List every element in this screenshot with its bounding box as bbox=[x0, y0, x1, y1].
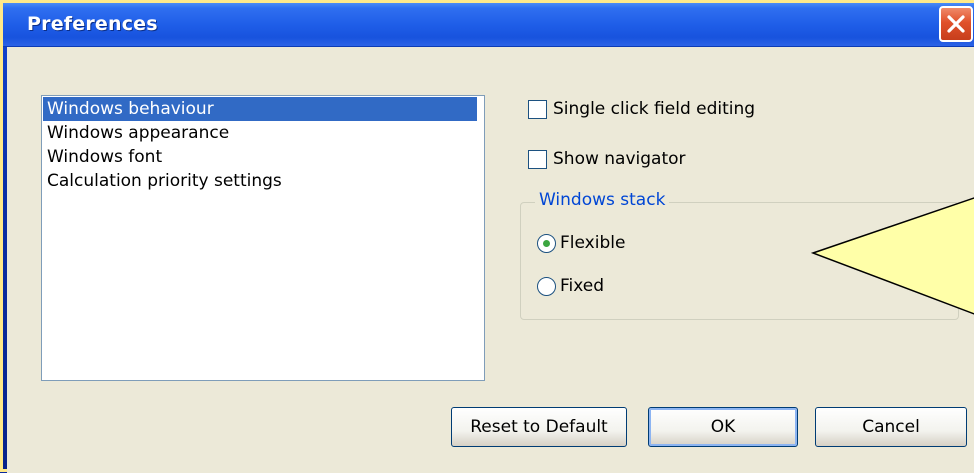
flexible-option[interactable]: Flexible bbox=[537, 233, 625, 253]
title-bar[interactable]: Preferences bbox=[3, 3, 974, 47]
category-item[interactable]: Windows appearance bbox=[43, 121, 229, 145]
flexible-label: Flexible bbox=[560, 233, 626, 253]
category-item[interactable]: Windows behaviour bbox=[43, 97, 477, 121]
show-navigator-checkbox[interactable] bbox=[528, 149, 547, 169]
flexible-radio[interactable] bbox=[537, 233, 556, 253]
category-item[interactable]: Calculation priority settings bbox=[43, 169, 282, 193]
single-click-checkbox[interactable] bbox=[528, 99, 547, 119]
ok-button[interactable]: OK bbox=[648, 407, 798, 447]
fixed-label: Fixed bbox=[560, 276, 605, 296]
category-list[interactable]: Windows behaviour Windows appearance Win… bbox=[41, 95, 485, 381]
callout-arrow bbox=[811, 197, 974, 315]
close-icon bbox=[947, 15, 965, 33]
single-click-option[interactable]: Single click field editing bbox=[528, 99, 755, 119]
single-click-label: Single click field editing bbox=[553, 99, 756, 119]
windows-stack-legend: Windows stack bbox=[535, 190, 670, 210]
dialog-title: Preferences bbox=[27, 13, 158, 35]
dialog-body: Windows behaviour Windows appearance Win… bbox=[7, 47, 974, 473]
preferences-dialog: Preferences Windows behaviour Windows ap… bbox=[0, 0, 974, 473]
fixed-option[interactable]: Fixed bbox=[537, 276, 604, 296]
cancel-button[interactable]: Cancel bbox=[815, 407, 967, 447]
close-button[interactable] bbox=[939, 6, 973, 42]
fixed-radio[interactable] bbox=[537, 276, 556, 296]
show-navigator-option[interactable]: Show navigator bbox=[528, 149, 686, 169]
reset-to-default-button[interactable]: Reset to Default bbox=[451, 407, 627, 447]
category-item[interactable]: Windows font bbox=[43, 145, 162, 169]
show-navigator-label: Show navigator bbox=[553, 149, 686, 169]
